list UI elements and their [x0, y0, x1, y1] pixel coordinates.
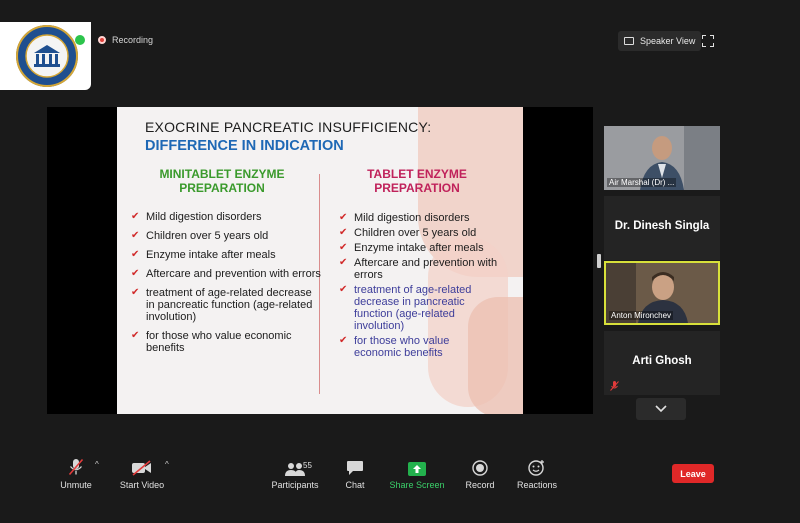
slide-subtitle: DIFFERENCE IN INDICATION — [145, 138, 344, 154]
share-screen-icon — [408, 462, 426, 476]
reactions-label: Reactions — [516, 480, 558, 490]
right-bullet-list: Mild digestion disorders Children over 5… — [339, 212, 499, 362]
record-label: Record — [465, 480, 495, 490]
participant-tile[interactable]: Arti Ghosh — [604, 331, 720, 395]
participant-tile-video[interactable]: Air Marshal (Dr) ... — [604, 126, 720, 190]
list-item: Children over 5 years old — [131, 230, 321, 242]
chat-label: Chat — [345, 480, 365, 490]
share-screen-label: Share Screen — [389, 480, 445, 490]
left-column-heading: MINITABLET ENZYME PREPARATION — [159, 167, 285, 195]
record-icon — [472, 460, 488, 476]
list-item: Mild digestion disorders — [339, 212, 499, 224]
shared-screen: EXOCRINE PANCREATIC INSUFFICIENCY: DIFFE… — [47, 107, 593, 414]
participant-name: Arti Ghosh — [632, 355, 692, 367]
share-screen-button[interactable]: Share Screen — [382, 458, 452, 490]
view-grid-icon — [624, 37, 634, 45]
participant-name: Dr. Dinesh Singla — [614, 220, 710, 232]
video-camera-off-icon — [132, 460, 151, 476]
list-item: Aftercare and prevention with errors — [339, 257, 499, 281]
reactions-button[interactable]: Reactions — [502, 458, 572, 490]
participant-name: Air Marshal (Dr) ... — [607, 178, 677, 187]
reactions-smiley-icon — [528, 460, 544, 476]
panel-resize-handle[interactable] — [597, 254, 601, 268]
chat-bubble-icon — [347, 461, 363, 475]
list-item: treatment of age-related decrease in pan… — [339, 284, 499, 332]
participants-label: Participants — [271, 480, 319, 490]
fullscreen-icon[interactable] — [702, 35, 714, 47]
list-item: for those who value economic benefits — [131, 330, 321, 354]
university-seal-icon — [16, 25, 78, 87]
audio-options-caret-icon[interactable]: ^ — [95, 460, 99, 469]
list-item: Children over 5 years old — [339, 227, 499, 239]
chevron-down-icon — [655, 405, 667, 413]
unmute-label: Unmute — [60, 480, 92, 490]
muted-mic-icon — [610, 381, 619, 391]
recording-label: Recording — [112, 35, 154, 45]
scroll-participants-down-button[interactable] — [636, 398, 686, 420]
recording-indicator[interactable]: Recording — [98, 35, 153, 45]
participants-count: 55 — [303, 461, 312, 470]
list-item: Aftercare and prevention with errors — [131, 268, 321, 280]
start-video-label: Start Video — [119, 480, 165, 490]
right-column-heading: TABLET ENZYME PREPARATION — [367, 167, 467, 195]
list-item: for those who value economic benefits — [339, 335, 499, 359]
microphone-muted-icon — [68, 458, 84, 476]
institution-logo — [0, 22, 91, 90]
unmute-button[interactable]: Unmute — [41, 458, 111, 490]
leave-button[interactable]: Leave — [672, 464, 714, 483]
list-item: Mild digestion disorders — [131, 211, 321, 223]
speaker-view-label: Speaker View — [640, 36, 696, 46]
participant-tile-active-speaker[interactable]: Anton Mironchev — [604, 261, 720, 325]
slide-title: EXOCRINE PANCREATIC INSUFFICIENCY: — [145, 119, 432, 135]
list-item: treatment of age-related decrease in pan… — [131, 287, 321, 323]
list-item: Enzyme intake after meals — [339, 242, 499, 254]
participant-tile[interactable]: Dr. Dinesh Singla — [604, 196, 720, 260]
participant-name: Anton Mironchev — [609, 311, 674, 320]
speaker-view-button[interactable]: Speaker View — [618, 31, 702, 51]
presentation-slide: EXOCRINE PANCREATIC INSUFFICIENCY: DIFFE… — [117, 107, 523, 414]
record-dot-icon — [98, 36, 106, 44]
video-options-caret-icon[interactable]: ^ — [165, 460, 169, 469]
encryption-shield-icon[interactable] — [75, 35, 85, 45]
chat-button[interactable]: Chat — [320, 458, 390, 490]
left-bullet-list: Mild digestion disorders Children over 5… — [131, 211, 321, 361]
list-item: Enzyme intake after meals — [131, 249, 321, 261]
